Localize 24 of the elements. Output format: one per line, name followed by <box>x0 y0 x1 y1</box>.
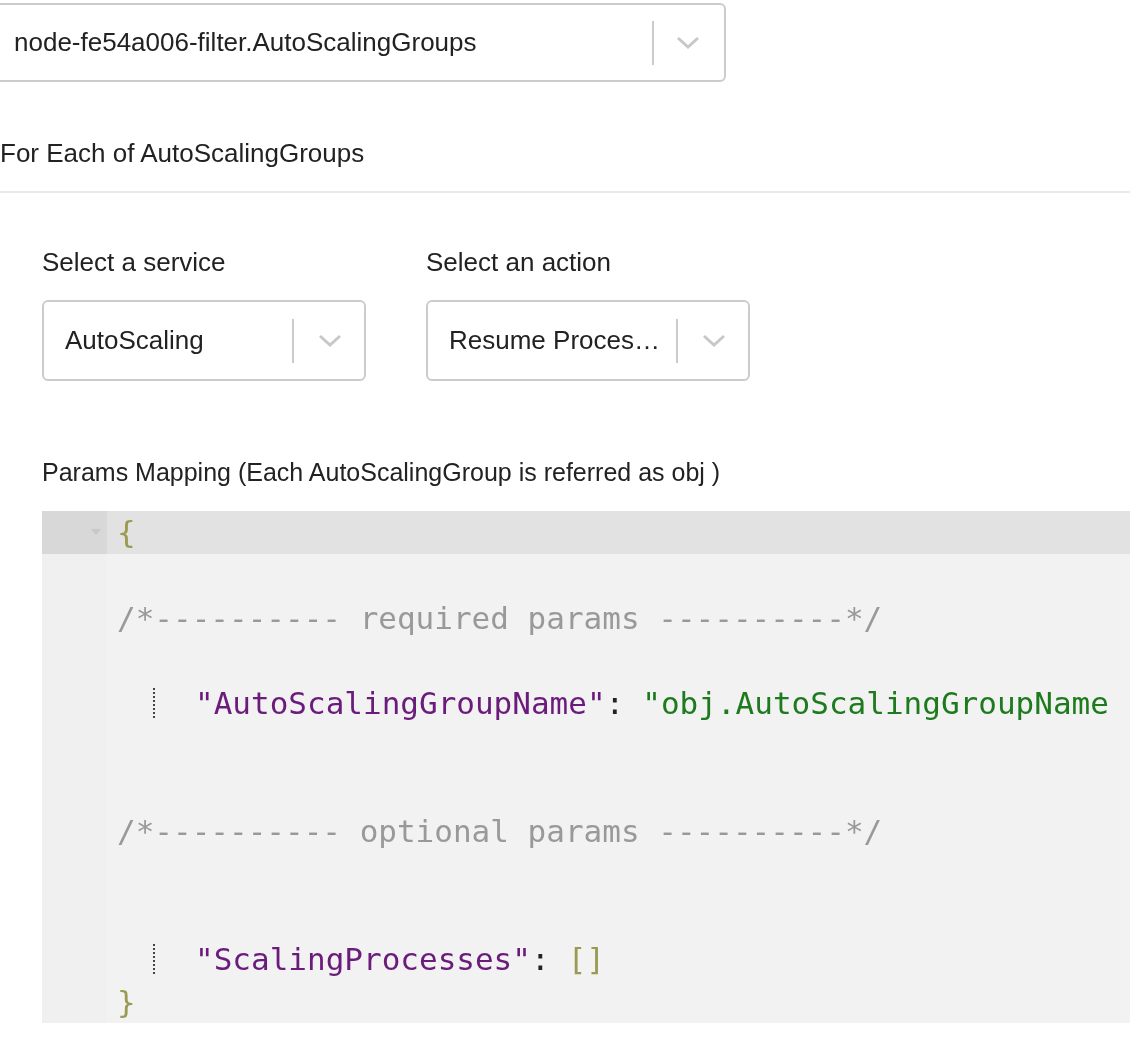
chevron-down-icon <box>676 35 700 50</box>
code-colon: : <box>605 685 625 722</box>
params-label: Params Mapping (Each AutoScalingGroup is referred as obj ) <box>42 457 722 488</box>
code-brace: { <box>117 514 136 551</box>
select-value: Resume Proces… <box>449 325 661 356</box>
chevron-down-icon <box>318 333 342 348</box>
code-value: "obj.AutoScalingGroupName <box>642 685 1109 722</box>
field-label: Select an action <box>426 247 612 278</box>
code-colon: : <box>530 941 550 978</box>
section-title: For Each of AutoScalingGroups <box>0 82 1130 193</box>
code-key: "ScalingProcesses" <box>195 941 531 978</box>
select-value: node-fe54a006-filter.AutoScalingGroups <box>14 27 478 58</box>
select-value: AutoScaling <box>65 325 205 356</box>
code-editor[interactable]: { /*---------- required params ----------*/ "AutoScalingGroupName": "obj.AutoScalingGroupName /*---------- optional params ----------*/ "ScalingProcesses": [] } <box>42 511 1130 1024</box>
field-label: Select a service <box>42 247 227 278</box>
source-select[interactable]: node-fe54a006-filter.AutoScalingGroups <box>0 3 726 82</box>
code-value: [] <box>567 941 605 978</box>
code-key: "AutoScalingGroupName" <box>195 685 606 722</box>
code-comment: /*---------- optional params ----------*/ <box>117 813 883 850</box>
code-comment: /*---------- required params ----------*/ <box>117 599 883 636</box>
dropdown-select[interactable]: Resume Proces… <box>426 300 750 381</box>
code-brace: } <box>117 983 136 1020</box>
chevron-down-icon <box>702 333 726 348</box>
dropdown-select[interactable]: AutoScaling <box>42 300 366 381</box>
